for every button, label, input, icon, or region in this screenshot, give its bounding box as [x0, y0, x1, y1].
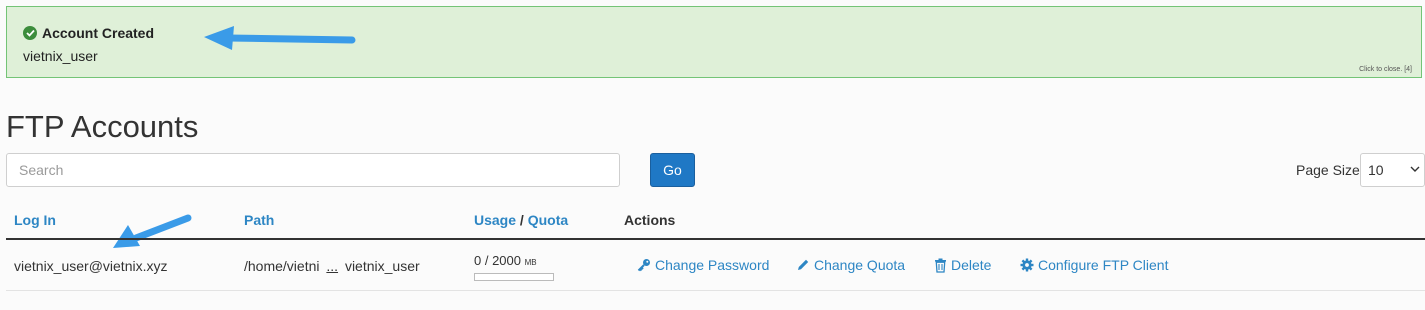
change-password-label: Change Password — [655, 257, 770, 273]
delete-label: Delete — [951, 257, 992, 273]
cell-login: vietnix_user@vietnix.xyz — [14, 258, 168, 274]
usage-unit: MB — [524, 258, 537, 267]
delete-link[interactable]: Delete — [934, 257, 991, 273]
trash-icon — [935, 258, 946, 273]
alert-title-text: Account Created — [42, 25, 155, 41]
table-row-divider — [6, 290, 1425, 291]
path-start: /home/vietni — [244, 258, 320, 274]
column-header-login[interactable]: Log In — [14, 212, 56, 228]
change-quota-label: Change Quota — [814, 257, 906, 273]
configure-ftp-client-link[interactable]: Configure FTP Client — [1020, 257, 1168, 273]
column-header-quota[interactable]: Quota — [528, 212, 568, 228]
key-icon — [637, 259, 650, 272]
check-circle-icon — [23, 26, 37, 40]
table-header-divider — [6, 238, 1425, 240]
chevron-down-icon — [1410, 154, 1420, 197]
arrow-annotation-icon — [113, 214, 192, 248]
alert-message: vietnix_user — [23, 48, 98, 64]
column-header-usage[interactable]: Usage — [474, 212, 516, 228]
search-input[interactable] — [6, 153, 620, 187]
header-separator: / — [519, 212, 524, 228]
configure-ftp-client-label: Configure FTP Client — [1038, 257, 1169, 273]
alert-close-link[interactable]: Click to close. [4] — [1359, 66, 1412, 73]
column-header-actions: Actions — [624, 212, 676, 228]
page-size-label: Page Size — [1296, 162, 1360, 178]
page-size-select[interactable]: 10 — [1360, 153, 1425, 187]
path-end: vietnix_user — [344, 258, 420, 274]
cell-path: /home/vietni ... vietnix_user — [244, 258, 420, 274]
usage-value: 0 / 2000 — [474, 253, 521, 268]
usage-progress-bar — [474, 273, 554, 281]
change-password-link[interactable]: Change Password — [637, 257, 769, 273]
page-size-value: 10 — [1368, 162, 1384, 178]
alert-title: Account Created — [23, 25, 154, 41]
arrow-annotation-icon — [204, 26, 356, 50]
path-expand-link[interactable]: ... — [323, 258, 341, 274]
gear-icon — [1020, 258, 1034, 272]
pencil-icon — [798, 259, 809, 270]
column-header-usage-quota: Usage / Quota — [474, 212, 568, 228]
change-quota-link[interactable]: Change Quota — [796, 257, 905, 273]
page-title: FTP Accounts — [6, 109, 199, 144]
cell-usage: 0 / 2000 MB — [474, 253, 537, 268]
go-button[interactable]: Go — [650, 153, 695, 187]
column-header-path[interactable]: Path — [244, 212, 274, 228]
